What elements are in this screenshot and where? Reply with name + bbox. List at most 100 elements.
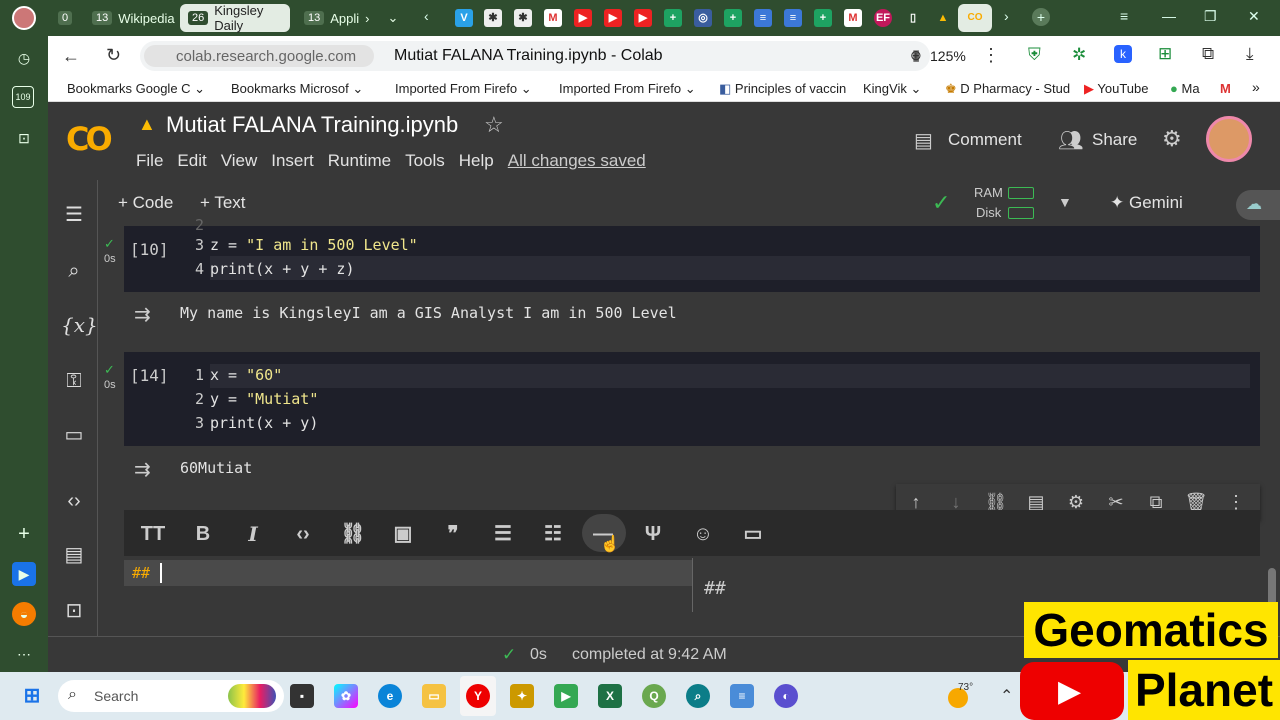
- meet-icon[interactable]: ▶: [12, 562, 36, 586]
- extension-icon[interactable]: ✲: [1072, 45, 1086, 65]
- profile-avatar[interactable]: [12, 6, 36, 30]
- download-icon[interactable]: ⤓: [1246, 44, 1254, 64]
- gmail-bookmark-icon[interactable]: M: [1220, 81, 1231, 96]
- secrets-key-icon[interactable]: ⚿: [61, 368, 87, 394]
- tab-favicon-docs-icon[interactable]: ≡: [754, 9, 772, 27]
- zoom-icon[interactable]: ⊕: [910, 47, 922, 64]
- ram-meter[interactable]: [1008, 187, 1034, 199]
- counter-badge[interactable]: 109: [12, 86, 34, 108]
- account-avatar[interactable]: [1206, 116, 1252, 162]
- add-text-button[interactable]: + Text: [200, 193, 246, 213]
- share-button[interactable]: Share: [1092, 130, 1137, 150]
- bookmark-link[interactable]: ◧ Principles of vaccin: [719, 81, 846, 97]
- tab-favicon-doc-icon[interactable]: ▯: [904, 9, 922, 27]
- image-icon[interactable]: ▣: [390, 522, 416, 546]
- scroll-tabs-right-icon[interactable]: ›: [1004, 8, 1009, 24]
- code-line[interactable]: print(x + y): [210, 414, 318, 432]
- tab-favicon-sheets-icon[interactable]: +: [724, 9, 742, 27]
- code-line[interactable]: print(x + y + z): [210, 260, 355, 278]
- minimize-icon[interactable]: —: [1162, 8, 1176, 24]
- omnibox[interactable]: 🔒︎ colab.research.google.com Mutiat FALA…: [140, 41, 930, 71]
- scroll-tabs-left-icon[interactable]: ‹: [424, 8, 429, 24]
- tab-favicon-1-icon[interactable]: ✱: [484, 9, 502, 27]
- app-icon[interactable]: ✦: [510, 684, 534, 708]
- code-cell[interactable]: 2 3 z = "I am in 500 Level" 4 print(x + …: [124, 216, 1260, 292]
- reload-icon[interactable]: ↻: [106, 45, 121, 66]
- chat-extension-icon[interactable]: ⊞: [1158, 44, 1172, 64]
- yandex-browser-icon[interactable]: Y: [466, 684, 490, 708]
- tab-favicon-2-icon[interactable]: ✱: [514, 9, 532, 27]
- sparkle-panel-toggle[interactable]: ☁: [1236, 190, 1280, 220]
- task-view-icon[interactable]: ▪: [290, 684, 314, 708]
- colab-logo[interactable]: CO: [66, 120, 113, 158]
- runtime-dropdown-icon[interactable]: ▼: [1058, 194, 1072, 210]
- bookmark-folder[interactable]: Bookmarks Google C ⌄: [67, 81, 205, 97]
- close-window-icon[interactable]: ✕: [1248, 8, 1260, 25]
- bookmark-link[interactable]: ● Ma: [1170, 81, 1200, 96]
- latex-psi-icon[interactable]: Ψ: [640, 522, 666, 546]
- more-icon[interactable]: ⋯: [12, 642, 36, 666]
- tab-favicon-drive-icon[interactable]: ▲: [934, 9, 952, 27]
- tab-favicon-docs-icon[interactable]: ≡: [784, 9, 802, 27]
- meet-icon[interactable]: ▶: [554, 684, 578, 708]
- tab-favicon-sheets-icon[interactable]: +: [814, 9, 832, 27]
- terminal-icon[interactable]: ⊡: [61, 598, 87, 624]
- excel-icon[interactable]: X: [598, 684, 622, 708]
- emoji-icon[interactable]: ☺: [690, 522, 716, 546]
- zoom-level[interactable]: 125%: [930, 48, 966, 64]
- tab-favicon-3-icon[interactable]: ◎: [694, 9, 712, 27]
- add-code-button[interactable]: + Code: [118, 193, 173, 213]
- disk-meter[interactable]: [1008, 207, 1034, 219]
- numbered-list-icon[interactable]: ☰: [490, 522, 516, 546]
- comment-button[interactable]: Comment: [948, 130, 1022, 150]
- files-folder-icon[interactable]: ▭: [61, 422, 87, 448]
- tab-wikipedia[interactable]: 13 Wikipedia: [84, 4, 176, 32]
- k-extension-icon[interactable]: k: [1114, 45, 1132, 63]
- drive-icon[interactable]: ▲: [138, 114, 156, 135]
- output-actions-icon[interactable]: ⇉: [134, 457, 151, 482]
- preview-toggle-icon[interactable]: ▭: [740, 522, 766, 546]
- link-icon[interactable]: ⛓: [340, 522, 366, 546]
- code-line[interactable]: z = "I am in 500 Level": [210, 236, 418, 254]
- copilot-icon[interactable]: ✿: [334, 684, 358, 708]
- execution-count[interactable]: [10]: [130, 240, 169, 259]
- markdown-editor[interactable]: ##: [124, 560, 692, 586]
- maximize-icon[interactable]: ❐: [1204, 8, 1217, 25]
- all-bookmarks-icon[interactable]: »: [1252, 79, 1260, 95]
- code-line[interactable]: x = "60": [210, 366, 282, 384]
- output-actions-icon[interactable]: ⇉: [134, 302, 151, 327]
- windows-start-icon[interactable]: ⊞: [20, 684, 44, 708]
- add-icon[interactable]: +: [12, 522, 36, 546]
- file-explorer-icon[interactable]: ▭: [422, 684, 446, 708]
- new-tab-icon[interactable]: +: [1032, 8, 1050, 26]
- tab-favicon-sheets-icon[interactable]: +: [664, 9, 682, 27]
- status-completed[interactable]: completed at 9:42 AM: [572, 646, 727, 664]
- italic-icon[interactable]: I: [240, 522, 266, 546]
- tab-favicon-youtube-icon[interactable]: ▶: [634, 9, 652, 27]
- more-options-icon[interactable]: ⋮: [982, 45, 1000, 66]
- tab-kingsley-daily[interactable]: 26 Kingsley Daily: [180, 3, 290, 33]
- tab-colab-active[interactable]: CO: [958, 4, 992, 32]
- gemini-button[interactable]: ✦ Gemini: [1110, 193, 1183, 213]
- settings-gear-icon[interactable]: ⚙: [1162, 126, 1182, 152]
- menu-help[interactable]: Help: [459, 151, 494, 170]
- bold-icon[interactable]: B: [190, 522, 216, 546]
- tab-search-icon[interactable]: ≡: [1120, 8, 1128, 24]
- code-format-icon[interactable]: ‹›: [290, 522, 316, 546]
- bookmark-folder[interactable]: Imported From Firefo ⌄: [395, 81, 532, 97]
- bookmark-link[interactable]: ♚ D Pharmacy - Stud: [945, 81, 1070, 97]
- code-line[interactable]: y = "Mutiat": [210, 390, 318, 408]
- code-snippets-icon[interactable]: ‹›: [61, 488, 87, 514]
- tab-favicon-youtube-icon[interactable]: ▶: [604, 9, 622, 27]
- shield-extension-icon[interactable]: ⛨: [1028, 45, 1041, 65]
- tab-favicon-gmail-icon[interactable]: M: [844, 9, 862, 27]
- quote-icon[interactable]: ❞: [440, 522, 466, 546]
- search-icon[interactable]: ⌕: [61, 258, 87, 284]
- show-hidden-icons-icon[interactable]: ⌃: [1000, 686, 1013, 706]
- notepad-icon[interactable]: ≡: [730, 684, 754, 708]
- tab-group-0[interactable]: 0: [50, 4, 80, 32]
- qgis-icon[interactable]: Q: [642, 684, 666, 708]
- menu-file[interactable]: File: [136, 151, 163, 170]
- app-icon[interactable]: ◐: [774, 684, 798, 708]
- bulleted-list-icon[interactable]: ☷: [540, 522, 566, 546]
